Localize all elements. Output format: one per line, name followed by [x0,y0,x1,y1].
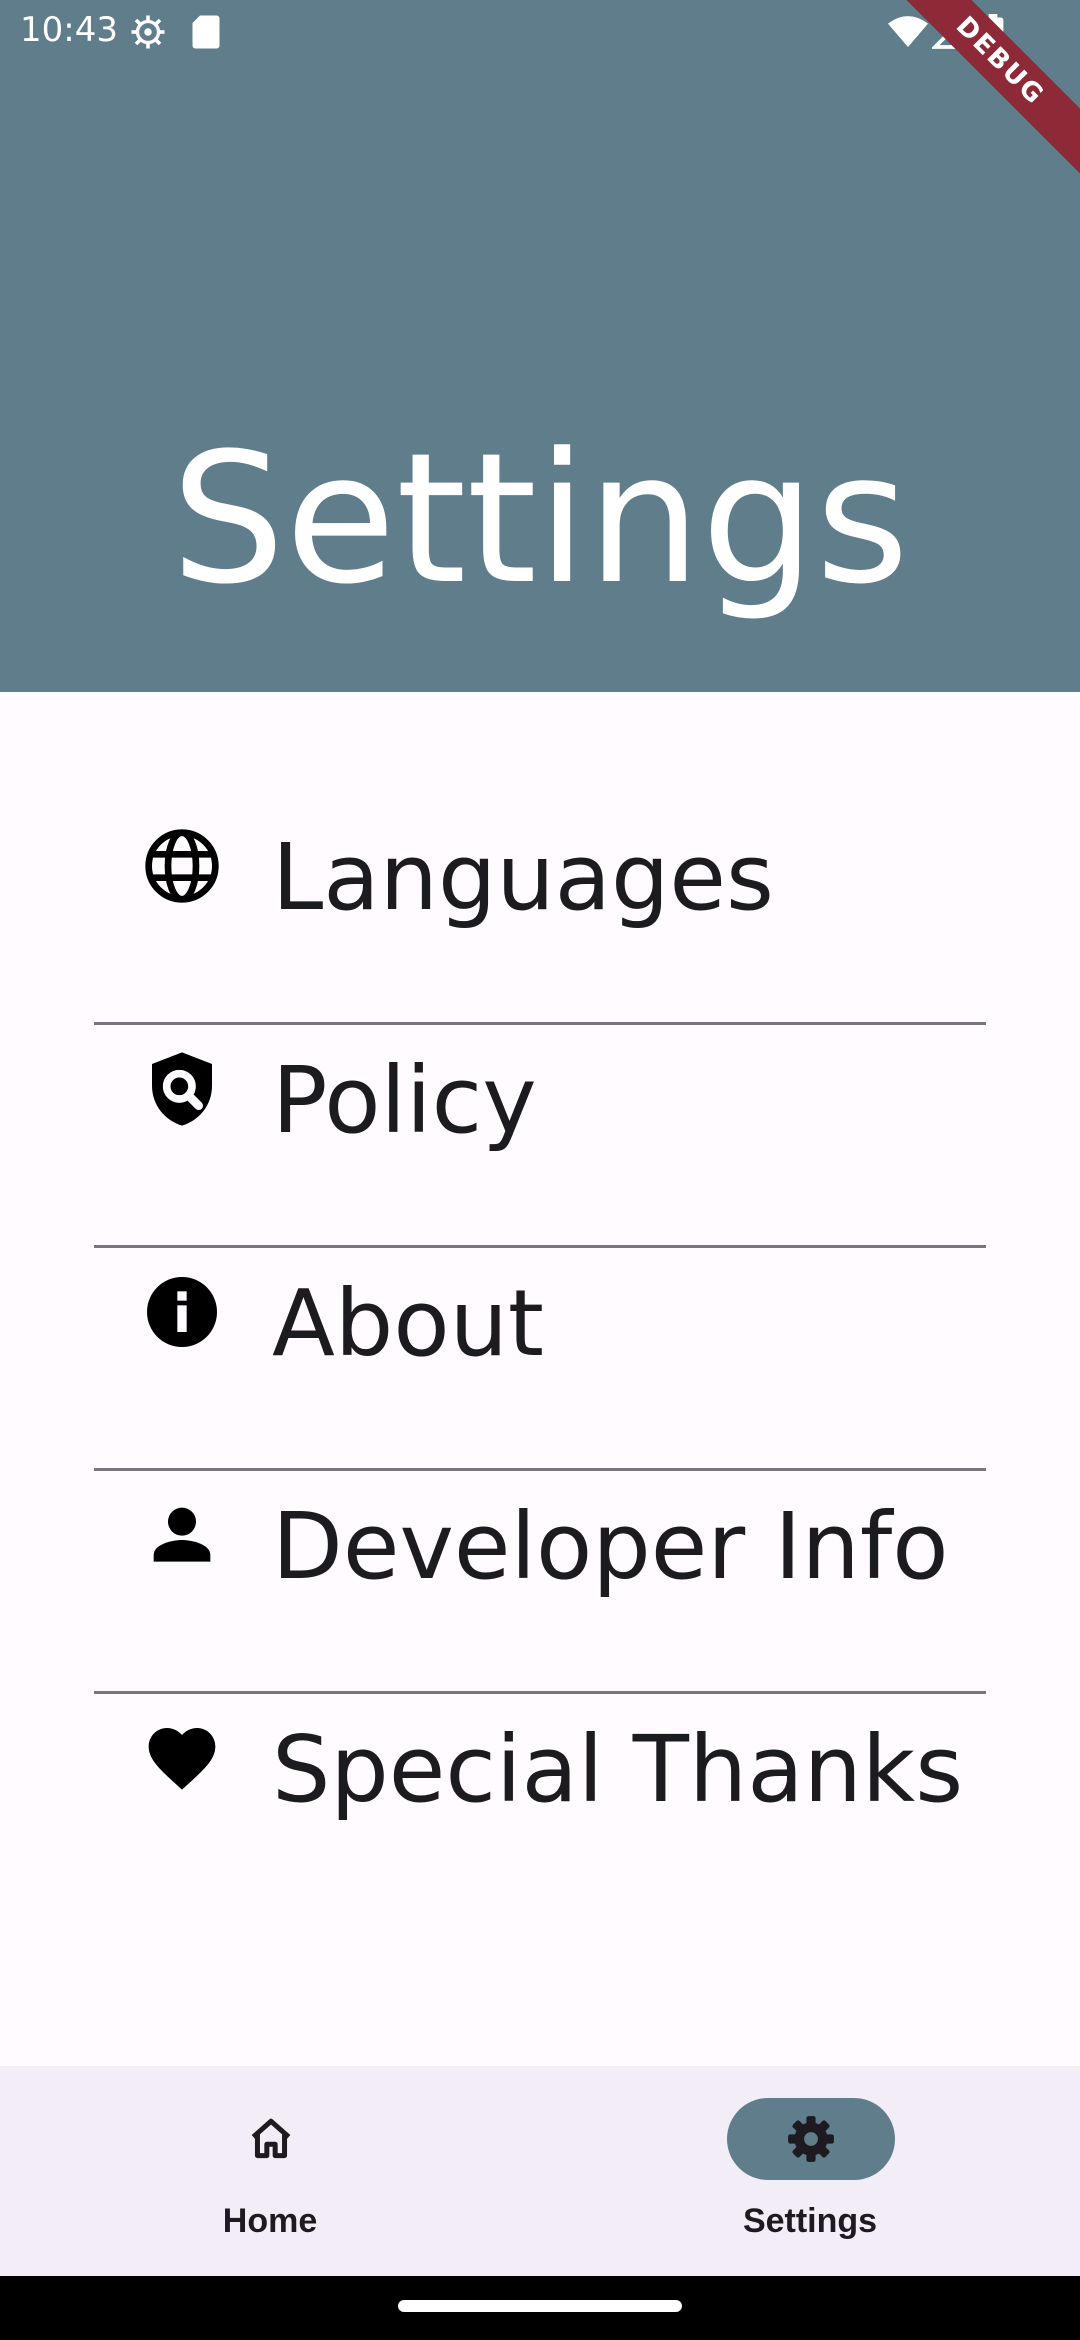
home-gesture-handle[interactable] [398,2300,682,2312]
page-title: Settings [170,415,910,624]
menu-item-label: Languages [272,824,774,931]
shield-search-icon [152,1052,212,1126]
person-icon [153,1507,211,1562]
menu-item-label: Special Thanks [272,1716,964,1823]
menu-item-label: Developer Info [272,1493,949,1600]
home-icon [251,2118,291,2159]
wifi-icon [888,16,928,47]
menu-item-languages[interactable]: Languages [94,802,986,1025]
menu-item-special-thanks[interactable]: Special Thanks [94,1694,986,1917]
system-navigation-bar [0,2276,1080,2340]
menu-item-developer-info[interactable]: Developer Info [94,1471,986,1694]
menu-item-policy[interactable]: Policy [94,1025,986,1248]
bottom-navigation: Home Settings [0,2066,1080,2276]
gear-icon [788,2116,834,2162]
info-icon [147,1277,217,1347]
nav-item-settings[interactable]: Settings [540,2066,1080,2276]
sd-card-icon [192,15,220,49]
nav-item-home[interactable]: Home [0,2066,540,2276]
menu-item-about[interactable]: About [94,1248,986,1471]
header: 10:43 DEBUG Settings [0,0,1080,692]
globe-icon [145,829,219,903]
heart-icon [148,1728,216,1790]
nav-label: Settings [742,2202,878,2240]
menu-item-label: About [272,1270,545,1377]
nav-label: Home [222,2202,318,2240]
status-time: 10:43 [20,10,118,50]
menu-item-label: Policy [272,1047,537,1154]
settings-menu: Languages Policy About Developer Info Sp… [94,802,986,1917]
settings-status-icon [131,15,165,49]
